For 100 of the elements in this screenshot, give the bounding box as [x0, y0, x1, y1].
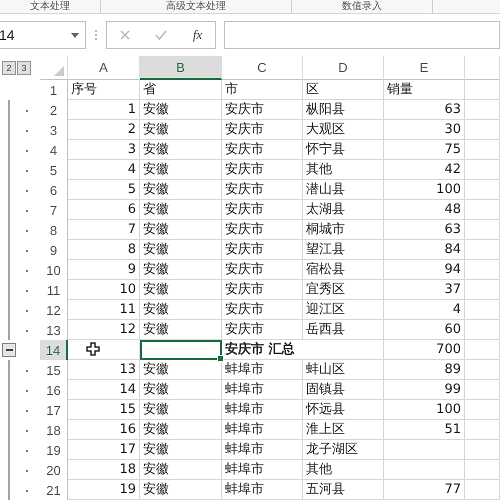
table-cell: 安庆市: [222, 100, 303, 120]
table-cell: 63: [384, 100, 465, 120]
table-cell: 望江县: [303, 240, 384, 260]
table-cell: 安徽: [140, 220, 222, 240]
table-cell: 龙子湖区: [303, 440, 384, 460]
table-cell: 潜山县: [303, 180, 384, 200]
column-header[interactable]: B: [140, 56, 222, 80]
row-number[interactable]: 8: [40, 220, 68, 240]
row-number[interactable]: 10: [40, 260, 68, 280]
empty-cell: [465, 360, 500, 380]
row-number[interactable]: 15: [40, 360, 68, 380]
table-cell: 安徽: [140, 440, 222, 460]
row-number[interactable]: 1: [40, 80, 68, 100]
row-number[interactable]: 6: [40, 180, 68, 200]
table-cell: 五河县: [303, 480, 384, 500]
table-cell: 1: [68, 100, 140, 120]
check-icon[interactable]: [155, 30, 168, 40]
column-header[interactable]: C: [222, 56, 303, 80]
empty-cell: [465, 440, 500, 460]
row-number[interactable]: 17: [40, 400, 68, 420]
table-cell: 16: [68, 420, 140, 440]
row-number[interactable]: 2: [40, 100, 68, 120]
table-cell: 14: [68, 380, 140, 400]
row-number[interactable]: 16: [40, 380, 68, 400]
row-number[interactable]: 3: [40, 120, 68, 140]
column-header[interactable]: [465, 56, 500, 80]
table-cell: 安庆市: [222, 240, 303, 260]
table-cell: 15: [68, 400, 140, 420]
insert-function-button[interactable]: fx: [192, 27, 202, 43]
table-cell: 安庆市 汇总: [222, 340, 384, 360]
table-cell: 18: [68, 460, 140, 480]
row-number[interactable]: 12: [40, 300, 68, 320]
table-cell: 其他: [303, 160, 384, 180]
column-header[interactable]: A: [68, 56, 140, 80]
collapse-button[interactable]: [2, 343, 16, 357]
table-cell: 太湖县: [303, 200, 384, 220]
select-all-icon[interactable]: [54, 66, 64, 76]
table-cell: 37: [384, 280, 465, 300]
row-number[interactable]: 4: [40, 140, 68, 160]
table-cell: 安徽: [140, 360, 222, 380]
table-cell: 42: [384, 160, 465, 180]
empty-cell: [465, 460, 500, 480]
table-cell: 99: [384, 380, 465, 400]
row-number[interactable]: 11: [40, 280, 68, 300]
column-header[interactable]: D: [303, 56, 384, 80]
table-cell: 安徽: [140, 480, 222, 500]
row-number[interactable]: 7: [40, 200, 68, 220]
table-cell: 安庆市: [222, 300, 303, 320]
table-cell: 安庆市: [222, 260, 303, 280]
table-cell: 蚌埠市: [222, 460, 303, 480]
table-cell: 17: [68, 440, 140, 460]
table-cell: 蚌埠市: [222, 400, 303, 420]
selected-cell[interactable]: [140, 340, 222, 360]
cursor-icon: [86, 342, 100, 356]
row-number[interactable]: 20: [40, 460, 68, 480]
table-cell: 75: [384, 140, 465, 160]
empty-cell: [465, 340, 500, 360]
table-cell: 7: [68, 220, 140, 240]
table-cell: 安庆市: [222, 180, 303, 200]
outline-level-button[interactable]: 2: [2, 61, 16, 75]
row-number[interactable]: 5: [40, 160, 68, 180]
table-cell: 安徽: [140, 320, 222, 340]
cancel-icon[interactable]: [120, 30, 130, 40]
more-icon: [94, 29, 98, 41]
table-cell: 蚌埠市: [222, 420, 303, 440]
table-cell: 4: [68, 160, 140, 180]
table-cell: 安庆市: [222, 220, 303, 240]
table-cell: 其他: [303, 460, 384, 480]
table-cell: 宜秀区: [303, 280, 384, 300]
table-cell: 安徽: [140, 100, 222, 120]
table-cell: 6: [68, 200, 140, 220]
table-cell: 9: [68, 260, 140, 280]
row-number[interactable]: 21: [40, 480, 68, 500]
row-number[interactable]: 9: [40, 240, 68, 260]
empty-cell: [465, 320, 500, 340]
empty-cell: [465, 260, 500, 280]
name-box[interactable]: 14: [0, 21, 86, 49]
table-cell: 安徽: [140, 400, 222, 420]
row-number[interactable]: 18: [40, 420, 68, 440]
table-cell: 4: [384, 300, 465, 320]
table-cell: 蚌埠市: [222, 380, 303, 400]
empty-cell: [465, 120, 500, 140]
column-header[interactable]: E: [384, 56, 465, 80]
table-cell: 安庆市: [222, 200, 303, 220]
table-cell: 2: [68, 120, 140, 140]
table-cell: 12: [68, 320, 140, 340]
empty-cell: [465, 80, 500, 100]
table-cell: 13: [68, 360, 140, 380]
table-cell: 市: [222, 80, 303, 100]
outline-level-button[interactable]: 3: [17, 61, 31, 75]
table-cell: 48: [384, 200, 465, 220]
table-cell: 19: [68, 480, 140, 500]
row-number[interactable]: 14: [40, 340, 68, 360]
table-cell: 51: [384, 420, 465, 440]
row-number[interactable]: 19: [40, 440, 68, 460]
table-cell: 安徽: [140, 300, 222, 320]
table-cell: 怀宁县: [303, 140, 384, 160]
table-cell: 63: [384, 220, 465, 240]
formula-input[interactable]: [224, 21, 500, 49]
table-cell: 蚌埠市: [222, 480, 303, 500]
